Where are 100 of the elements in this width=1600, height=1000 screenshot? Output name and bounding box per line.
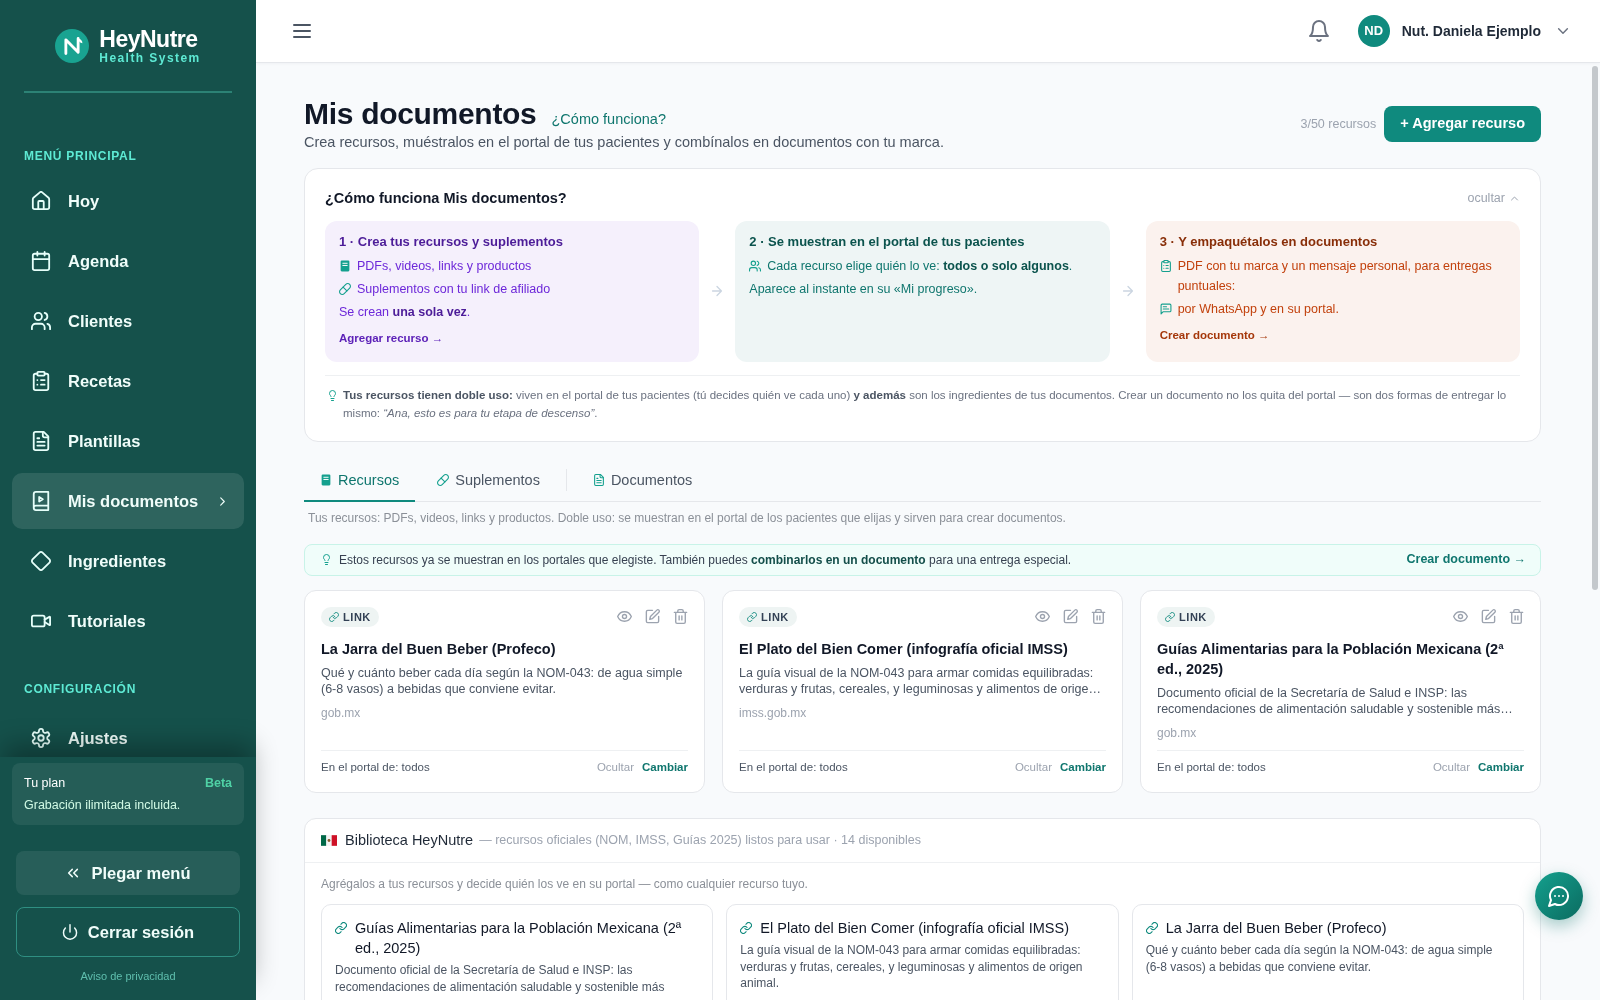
library-item-title: Guías Alimentarias para la Población Mexicana (2ª ed., 2025) [355, 919, 683, 958]
library-card[interactable]: La Jarra del Buen Beber (Profeco) Qué y cuánto beber cada día según la NOM-043: de agua simple (6-8 vasos) a bebidas que conviene evitar. [1131, 904, 1524, 1000]
help-link[interactable]: ¿Cómo funciona? [551, 109, 666, 131]
type-label: LINK [761, 609, 789, 625]
change-link[interactable]: Cambiar [1477, 758, 1524, 776]
resource-source: imss.gob.mx [739, 704, 808, 721]
resource-title: Guías Alimentarias para la Población Mexicana (2ª ed., 2025) [1157, 639, 1505, 679]
settings-icon [31, 728, 51, 748]
sidebar-item[interactable]: Plantillas [12, 413, 244, 469]
library-card[interactable]: El Plato del Bien Comer (infografía oficial IMSS) La guía visual de la NOM-043 para armar comidas equilibradas: verduras y frutas, cereales, y leguminosas y alimentos de origen animal. [726, 904, 1119, 1000]
power-icon [61, 924, 78, 940]
step-link[interactable]: Crear documento → [1159, 326, 1270, 343]
tab[interactable]: Recursos [304, 458, 416, 502]
tab-description: Tus recursos: PDFs, videos, links y productos. Doble uso: se muestran en el portal de los pacientes que elijas y sirven para crear documentos. [308, 509, 1067, 527]
calendar-icon [31, 251, 51, 271]
users-icon [749, 259, 762, 272]
resource-title: El Plato del Bien Comer (infografía oficial IMSS) [739, 639, 1069, 659]
trash-icon[interactable] [1091, 609, 1106, 625]
link-icon [747, 611, 757, 622]
library-item-description: La guía visual de la NOM-043 para armar comidas equilibradas: verduras y frutas, cereales, y leguminosas y alimentos de origen animal. [740, 942, 1084, 992]
trash-icon[interactable] [673, 609, 688, 625]
step-title: 3 · Y empaquétalos en documentos [1159, 233, 1379, 250]
sidebar-item[interactable]: Ingredientes [12, 533, 244, 589]
info-note: Tus recursos tienen doble uso: viven en el portal de tus pacientes (tú decides quién ve cada uno) y además son los ingredientes de tus documentos. Crear un documento no los quita del portal — son dos formas de entregar lo mismo: “Ana, esto es para tu etapa de descenso”. [343, 387, 1508, 422]
sidebar-item[interactable]: Recetas [12, 353, 244, 409]
arrow-right-icon [1120, 284, 1135, 299]
link-icon [1165, 611, 1175, 622]
change-link[interactable]: Cambiar [641, 758, 688, 776]
page-subtitle: Crea recursos, muéstralos en el portal de tus pacientes y combínalos en documentos con tu marca. [304, 133, 944, 152]
resource-description: Qué y cuánto beber cada día según la NOM-043: de agua simple (6-8 vasos) a bebidas que conviene evitar. [321, 664, 684, 698]
sidebar-item[interactable]: Tutoriales [12, 593, 244, 649]
page-title: Mis documentos [304, 96, 537, 132]
tab[interactable]: Documentos [576, 458, 709, 502]
step-text: Suplementos con tu link de afiliado [357, 280, 551, 298]
resource-title: La Jarra del Buen Beber (Profeco) [321, 639, 557, 659]
clipboard-icon [31, 371, 51, 391]
library-meta: — recursos oficiales (NOM, IMSS, Guías 2025) listos para usar · 14 disponibles [479, 832, 921, 850]
library-card[interactable]: Guías Alimentarias para la Población Mexicana (2ª ed., 2025) Documento oficial de la Secretaría de Salud e INSP: las recomendaciones de alimentación saludable y sostenible más [321, 904, 714, 1000]
home-icon [31, 191, 51, 211]
eye-icon[interactable] [1035, 609, 1050, 625]
library-description: Agrégalos a tus recursos y decide quién los ve en su portal — como cualquier recurso tuyo. [321, 876, 809, 893]
change-link[interactable]: Cambiar [1059, 758, 1106, 776]
chat-icon [1159, 302, 1172, 315]
arrow-right-icon [710, 284, 725, 299]
step-title: 1 · Crea tus recursos y suplementos [339, 233, 564, 250]
sidebar-item[interactable]: Agenda [12, 233, 244, 289]
pencil-square-icon[interactable] [1063, 609, 1078, 625]
sidebar-item[interactable]: Clientes [12, 293, 244, 349]
pencil-square-icon[interactable] [1481, 609, 1496, 625]
pencil-square-icon[interactable] [645, 609, 660, 625]
pill-icon [437, 473, 450, 486]
quota-text: 3/50 recursos [1300, 115, 1377, 133]
logo-icon [55, 28, 90, 63]
sidebar-item[interactable]: Ajustes [12, 710, 244, 757]
sidebar-item[interactable]: Mis documentos [12, 473, 244, 529]
eye-icon[interactable] [617, 609, 632, 625]
lightbulb-icon [327, 388, 338, 402]
step-text: Se crean una sola vez. [339, 303, 472, 321]
step-link[interactable]: Agregar recurso → [339, 329, 444, 346]
chat-button[interactable] [1535, 872, 1583, 920]
visibility-text: En el portal de: todos [739, 760, 848, 776]
lightbulb-icon [321, 553, 332, 567]
card-title: ¿Cómo funciona Mis documentos? [325, 189, 567, 208]
library-title: Biblioteca HeyNutre [345, 830, 474, 850]
collapse-menu-button[interactable]: Plegar menú [16, 851, 240, 895]
diamond-icon [31, 551, 51, 571]
eye-icon[interactable] [1453, 609, 1468, 625]
book-icon [31, 491, 51, 511]
step-text: Cada recurso elige quién lo ve: todos o solo algunos. [767, 257, 1073, 275]
section-heading: CONFIGURACIÓN [23, 681, 138, 697]
brand-name: HeyNutre [99, 26, 199, 51]
notice-link[interactable]: Crear documento → [1406, 550, 1526, 570]
link-icon [335, 922, 347, 934]
brand-tagline: Health System [99, 50, 201, 65]
resource-source: gob.mx [1157, 724, 1198, 741]
privacy-link[interactable]: Aviso de privacidad [80, 970, 176, 982]
notice-text: Estos recursos ya se muestran en los portales que elegiste. También puedes combinarlos en un documento para una entrega especial. [339, 551, 1072, 569]
trash-icon[interactable] [1509, 609, 1524, 625]
plan-title: Tu plan [24, 775, 66, 792]
type-label: LINK [1179, 609, 1207, 625]
chat-bubble-icon [1548, 885, 1570, 907]
plan-description: Grabación ilimitada incluida. [24, 797, 182, 814]
add-resource-button[interactable]: + Agregar recurso [1384, 106, 1541, 142]
link-icon [329, 611, 339, 622]
visibility-text: En el portal de: todos [321, 760, 430, 776]
step-text: por WhatsApp y en su portal. [1177, 300, 1339, 318]
type-label: LINK [343, 609, 371, 625]
library-item-title: El Plato del Bien Comer (infografía oficial IMSS) [760, 919, 1069, 938]
bell-icon[interactable] [1307, 20, 1330, 42]
step-text: PDFs, videos, links y productos [357, 257, 532, 275]
library-item-title: La Jarra del Buen Beber (Profeco) [1165, 919, 1387, 938]
tab[interactable]: Suplementos [421, 458, 556, 502]
link-icon [1145, 922, 1158, 934]
users-icon [31, 311, 51, 331]
resource-description: Documento oficial de la Secretaría de Salud e INSP: las recomendaciones de alimentación saludable y sostenible más… [1157, 684, 1514, 718]
user-name[interactable]: Nut. Daniela Ejemplo [1401, 20, 1541, 42]
resource-description: La guía visual de la NOM-043 para armar comidas equilibradas: verduras y frutas, cereales, y leguminosas y alimentos de orige… [739, 664, 1102, 698]
logout-button[interactable]: Cerrar sesión [16, 907, 240, 957]
scrollbar-thumb[interactable] [1592, 66, 1598, 590]
sidebar-item[interactable]: Hoy [12, 173, 244, 229]
